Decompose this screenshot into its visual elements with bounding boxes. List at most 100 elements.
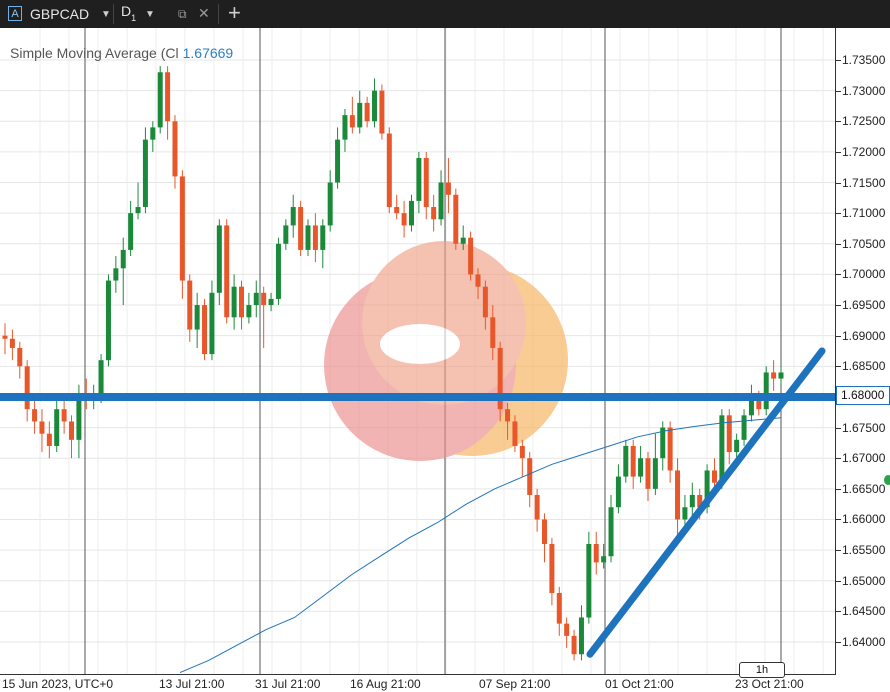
candle-up xyxy=(142,139,148,208)
price-axis-tick xyxy=(835,213,841,215)
price-axis-label: 1.69500 xyxy=(842,298,886,313)
candle-down xyxy=(431,207,437,220)
price-chart-canvas[interactable] xyxy=(0,28,836,674)
time-axis-label: 01 Oct 21:00 xyxy=(605,677,674,691)
candle-up xyxy=(652,458,658,489)
price-axis-label: 1.72000 xyxy=(842,144,886,159)
time-axis-label: 23 Oct 21:00 xyxy=(735,677,804,691)
add-tab-icon[interactable]: + xyxy=(228,0,241,26)
candle-down xyxy=(69,421,75,440)
candle-up xyxy=(578,617,584,655)
candle-up xyxy=(76,396,82,440)
price-axis-tick xyxy=(835,458,841,460)
candle-up xyxy=(150,127,156,140)
price-axis-tick xyxy=(835,611,841,613)
tab-separator xyxy=(113,4,114,24)
timeframe-selector[interactable]: D1 xyxy=(121,3,136,23)
candle-up xyxy=(283,225,289,244)
price-axis-label: 1.71500 xyxy=(842,175,886,190)
time-axis-label: 15 Jun 2023, UTC+0 xyxy=(2,677,114,691)
price-axis-tick xyxy=(835,90,841,92)
price-axis-tick xyxy=(835,366,841,368)
price-axis-tick xyxy=(835,335,841,337)
price-axis-label: 1.70000 xyxy=(842,267,886,282)
candle-down xyxy=(519,445,525,459)
candle-up xyxy=(638,458,644,477)
symbol-dropdown-caret-icon[interactable]: ▼ xyxy=(101,9,111,20)
price-axis-tick xyxy=(835,550,841,552)
candle-down xyxy=(202,305,208,355)
price-axis-tick xyxy=(835,274,841,276)
candle-up xyxy=(135,207,141,214)
candle-up xyxy=(305,225,311,250)
candle-down xyxy=(445,182,451,195)
price-axis-label: 1.73000 xyxy=(842,83,886,98)
candle-down xyxy=(630,445,636,477)
price-axis-label: 1.64000 xyxy=(842,635,886,649)
price-axis-label: 1.66500 xyxy=(842,481,886,496)
candle-up xyxy=(231,286,237,318)
candle-down xyxy=(453,194,459,244)
price-axis-label: 1.64500 xyxy=(842,604,886,619)
price-axis-tick xyxy=(835,182,841,184)
horizontal-line-price-tag: 1.68000 xyxy=(836,386,890,405)
candle-down xyxy=(675,470,681,520)
candle-down xyxy=(549,543,555,593)
symbol-type-icon: A xyxy=(8,6,22,21)
price-axis-label: 1.69000 xyxy=(842,328,886,343)
price-axis-label: 1.71000 xyxy=(842,206,886,221)
candle-down xyxy=(172,121,178,177)
time-axis-label: 13 Jul 21:00 xyxy=(159,677,225,691)
tab-separator xyxy=(218,4,219,24)
detach-window-icon[interactable]: ⧉ xyxy=(178,7,187,22)
price-axis-label: 1.72500 xyxy=(842,114,886,129)
candle-down xyxy=(179,176,185,281)
candle-down xyxy=(39,421,45,434)
candle-up xyxy=(105,280,111,361)
candle-down xyxy=(468,237,474,275)
candle-up xyxy=(320,225,326,250)
timeframe-dropdown-caret-icon[interactable]: ▼ xyxy=(145,9,155,20)
price-axis-tick xyxy=(835,305,841,307)
candle-down xyxy=(527,458,533,495)
candle-down xyxy=(667,427,673,471)
symbol-label[interactable]: GBPCAD xyxy=(30,6,89,22)
price-axis-tick xyxy=(835,519,841,521)
candle-up xyxy=(408,200,414,226)
candle-down xyxy=(475,274,481,287)
symbol-tab[interactable]: A GBPCAD ▼ xyxy=(0,0,111,28)
price-axis-tick xyxy=(835,60,841,61)
price-axis-label: 1.65500 xyxy=(842,543,886,558)
price-axis-tick xyxy=(835,243,841,245)
candle-up xyxy=(290,207,296,226)
candle-down xyxy=(386,133,392,208)
candle-up xyxy=(372,90,378,122)
candle-up xyxy=(253,292,259,306)
candle-up xyxy=(54,409,60,446)
candle-up xyxy=(120,249,126,269)
candle-up xyxy=(113,268,119,281)
candle-down xyxy=(593,543,599,563)
candle-up xyxy=(601,556,607,563)
candle-down xyxy=(726,415,732,453)
close-tab-icon[interactable]: ✕ xyxy=(198,5,210,22)
candle-down xyxy=(379,90,385,134)
price-axis-label: 1.68500 xyxy=(842,359,886,374)
indicator-legend[interactable]: Simple Moving Average (Cl 1.67669 xyxy=(10,45,233,61)
candle-up xyxy=(216,225,222,293)
candle-up xyxy=(327,182,333,226)
candle-down xyxy=(482,286,488,318)
price-axis-line xyxy=(835,28,836,674)
candle-up xyxy=(342,115,348,140)
candle-up xyxy=(741,415,747,440)
candle-up xyxy=(689,494,695,508)
candle-down xyxy=(17,347,23,367)
timeframe-label: D xyxy=(121,3,132,19)
price-axis-label: 1.73500 xyxy=(842,53,886,67)
candle-down xyxy=(394,207,400,214)
time-axis-line xyxy=(0,674,836,675)
live-price-marker xyxy=(884,475,890,485)
price-axis-tick xyxy=(835,121,841,123)
cursor-timeframe-box: 1h xyxy=(739,662,785,678)
candle-down xyxy=(24,366,30,410)
